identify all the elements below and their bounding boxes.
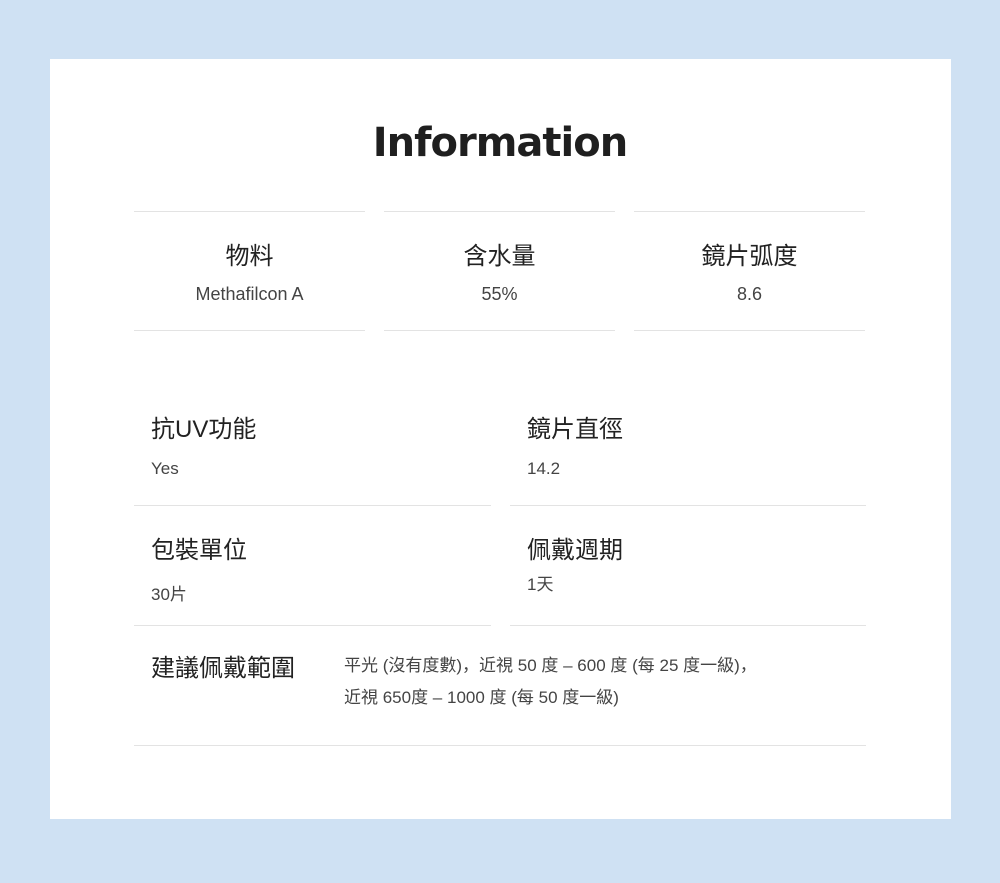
detail-package-label: 包裝單位 xyxy=(151,537,247,564)
detail-diameter: 鏡片直徑 14.2 xyxy=(510,385,866,505)
divider xyxy=(134,745,866,746)
divider xyxy=(134,625,491,626)
detail-uv: 抗UV功能 Yes xyxy=(134,385,491,505)
detail-uv-label: 抗UV功能 xyxy=(151,416,257,443)
page-title: Information xyxy=(372,120,628,166)
detail-wear-cycle-value: 1天 xyxy=(527,575,554,594)
spec-water-content-label: 含水量 xyxy=(463,243,536,270)
spec-base-curve-value: 8.6 xyxy=(736,284,763,304)
detail-package: 包裝單位 30片 xyxy=(134,506,491,626)
detail-diameter-value: 14.2 xyxy=(527,459,561,478)
detail-wear-cycle: 佩戴週期 1天 xyxy=(510,506,866,626)
spec-water-content: 含水量 55% xyxy=(384,211,615,331)
range-value-line-1: 平光 (沒有度數)，近視 50 度 – 600 度 (每 25 度一級)， xyxy=(344,656,757,675)
spec-water-content-value: 55% xyxy=(481,284,518,304)
detail-diameter-label: 鏡片直徑 xyxy=(527,416,623,443)
spec-material-value: Methafilcon A xyxy=(195,284,304,304)
spec-base-curve: 鏡片弧度 8.6 xyxy=(634,211,865,331)
detail-package-value: 30片 xyxy=(151,585,187,604)
range-label: 建議佩戴範圍 xyxy=(151,655,295,682)
range-value-line-2: 近視 650度 – 1000 度 (每 50 度一級) xyxy=(344,688,619,707)
range-value: 平光 (沒有度數)，近視 50 度 – 600 度 (每 25 度一級)， 近視… xyxy=(344,650,844,714)
detail-wear-cycle-label: 佩戴週期 xyxy=(527,537,623,564)
spec-material: 物料 Methafilcon A xyxy=(134,211,365,331)
detail-uv-value: Yes xyxy=(151,459,179,478)
spec-base-curve-label: 鏡片弧度 xyxy=(701,243,798,270)
divider xyxy=(510,625,866,626)
spec-material-label: 物料 xyxy=(225,243,274,270)
